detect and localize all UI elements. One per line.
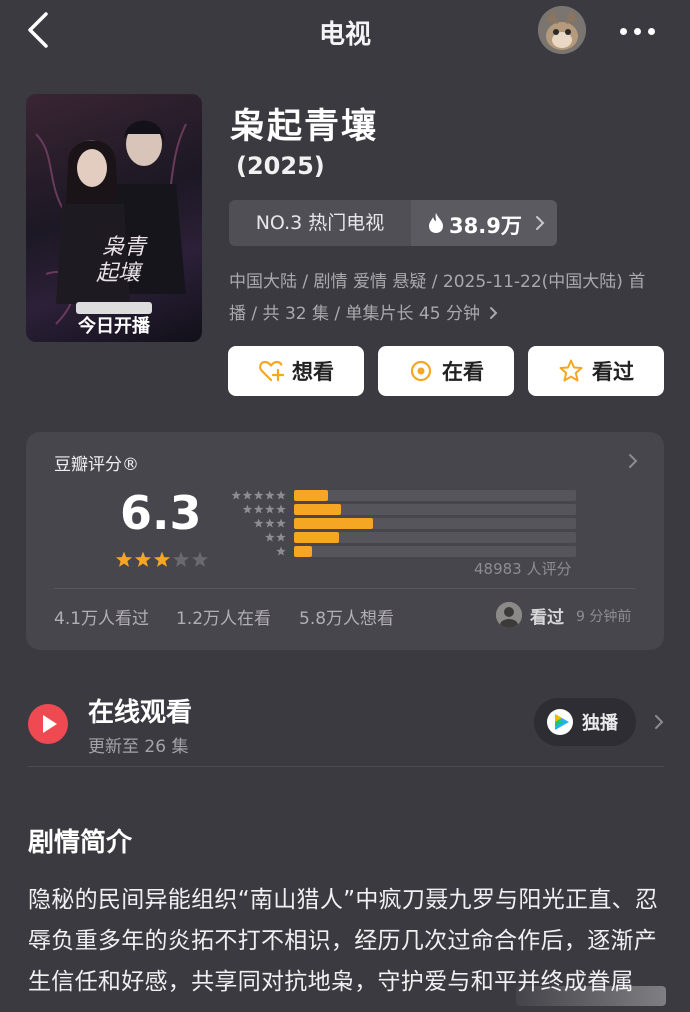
online-watch-subtitle: 更新至 26 集 bbox=[88, 737, 189, 757]
distribution-track bbox=[294, 532, 576, 543]
stat-want[interactable]: 5.8万人想看 bbox=[299, 604, 394, 629]
play-icon bbox=[43, 715, 57, 733]
distribution-stars bbox=[276, 546, 286, 556]
distribution-row-2-star bbox=[226, 532, 576, 543]
avatar-image bbox=[538, 6, 586, 54]
exclusive-label: 独播 bbox=[582, 713, 618, 734]
tencent-video-logo-icon bbox=[547, 709, 573, 735]
mini-star-icon bbox=[253, 490, 264, 500]
poster-caption: 今日开播 bbox=[78, 316, 150, 337]
friend-action: 看过 bbox=[530, 608, 564, 628]
chevron-right-icon bbox=[536, 216, 545, 230]
heart-plus-icon bbox=[259, 360, 284, 382]
distribution-track bbox=[294, 546, 576, 557]
distribution-row-5-star bbox=[226, 490, 576, 501]
stat-watched[interactable]: 4.1万人看过 bbox=[54, 604, 149, 629]
user-avatar[interactable] bbox=[538, 6, 586, 54]
mini-star-icon bbox=[265, 518, 275, 528]
rating-card[interactable]: 豆瓣评分® 6.3 48983 人评分 4.1万人看过 1.2万人在看 5.8万… bbox=[26, 432, 664, 650]
mini-star-icon bbox=[242, 490, 253, 500]
meta-text: 中国大陆 / 剧情 爱情 悬疑 / 2025-11-22(中国大陆) 首播 / … bbox=[229, 272, 646, 324]
watermark bbox=[516, 986, 666, 1006]
more-dot bbox=[620, 28, 627, 35]
rating-stars bbox=[115, 551, 209, 567]
star-filled-icon bbox=[153, 551, 171, 567]
star-filled-icon bbox=[115, 551, 133, 567]
distribution-bar-5-star bbox=[294, 490, 328, 501]
mini-star-icon bbox=[253, 504, 264, 514]
page-title: 电视 bbox=[318, 20, 371, 50]
top-bar: 电视 bbox=[0, 0, 690, 64]
synopsis-body: 隐秘的民间异能组织“南山猎人”中疯刀聂九罗与阳光正直、忍辱负重多年的炎拓不打不相… bbox=[28, 887, 659, 995]
star-empty-icon bbox=[191, 551, 209, 567]
flame-icon bbox=[429, 213, 443, 233]
mini-star-icon bbox=[231, 490, 241, 500]
watched-label: 看过 bbox=[592, 360, 634, 384]
mini-star-icon bbox=[265, 532, 275, 542]
want-to-watch-button[interactable]: 想看 bbox=[228, 346, 364, 396]
friend-avatar[interactable] bbox=[496, 602, 522, 628]
mini-star-icon bbox=[253, 518, 264, 528]
star-filled-icon bbox=[134, 551, 152, 567]
mini-star-icon bbox=[242, 504, 253, 514]
more-button[interactable] bbox=[614, 16, 662, 46]
chevron-right-icon bbox=[629, 454, 638, 468]
chevron-right-icon bbox=[490, 307, 498, 319]
show-year: (2025) bbox=[236, 152, 325, 180]
star-empty-icon bbox=[172, 551, 190, 567]
mini-star-icon bbox=[276, 504, 286, 514]
star-outline-icon bbox=[559, 359, 583, 382]
stat-watching[interactable]: 1.2万人在看 bbox=[176, 604, 271, 629]
target-icon bbox=[410, 360, 432, 382]
online-watch-title: 在线观看 bbox=[88, 698, 193, 728]
show-poster[interactable]: 枭青 起壤 今日开播 bbox=[26, 94, 202, 342]
mini-star-icon bbox=[265, 504, 275, 514]
friend-time: 9 分钟前 bbox=[576, 609, 632, 625]
mini-star-icon bbox=[276, 490, 286, 500]
distribution-bar-2-star bbox=[294, 532, 340, 543]
watched-button[interactable]: 看过 bbox=[528, 346, 664, 396]
mini-star-icon bbox=[276, 532, 286, 542]
distribution-stars bbox=[242, 504, 286, 514]
chevron-right-icon[interactable] bbox=[652, 712, 666, 732]
synopsis-title: 剧情简介 bbox=[28, 828, 133, 858]
rank-label: NO.3 热门电视 bbox=[255, 212, 385, 234]
mini-star-icon bbox=[265, 490, 275, 500]
mini-star-icon bbox=[276, 518, 286, 528]
heat-value: 38.9万 bbox=[449, 214, 522, 238]
distribution-stars bbox=[265, 532, 286, 542]
svg-text:起壤: 起壤 bbox=[96, 261, 144, 286]
more-dot bbox=[634, 28, 641, 35]
distribution-track bbox=[294, 504, 576, 515]
show-meta[interactable]: 中国大陆 / 剧情 爱情 悬疑 / 2025-11-22(中国大陆) 首播 / … bbox=[229, 266, 659, 330]
heat-section[interactable]: 38.9万 bbox=[411, 200, 557, 246]
play-button[interactable] bbox=[28, 704, 68, 744]
rating-count: 48983 人评分 bbox=[474, 560, 572, 578]
distribution-bar-4-star bbox=[294, 504, 342, 515]
watching-button[interactable]: 在看 bbox=[378, 346, 514, 396]
watching-label: 在看 bbox=[442, 360, 484, 384]
distribution-bar-1-star bbox=[294, 546, 313, 557]
distribution-stars bbox=[231, 490, 286, 500]
distribution-stars bbox=[253, 518, 286, 528]
card-divider bbox=[54, 588, 636, 589]
svg-text:枭青: 枭青 bbox=[102, 235, 148, 260]
want-label: 想看 bbox=[292, 360, 334, 384]
more-dot bbox=[648, 28, 655, 35]
distribution-row-1-star bbox=[226, 546, 576, 557]
mini-star-icon bbox=[276, 546, 286, 556]
rating-label: 豆瓣评分® bbox=[54, 455, 139, 475]
distribution-row-3-star bbox=[226, 518, 576, 529]
distribution-track bbox=[294, 490, 576, 501]
distribution-bar-3-star bbox=[294, 518, 373, 529]
section-divider bbox=[28, 766, 664, 767]
distribution-row-4-star bbox=[226, 504, 576, 515]
ranking-pill[interactable]: NO.3 热门电视 38.9万 bbox=[229, 200, 557, 246]
rating-score: 6.3 bbox=[120, 486, 202, 540]
show-title: 枭起青壤 bbox=[230, 107, 379, 147]
distribution-track bbox=[294, 518, 576, 529]
friend-avatar-image bbox=[496, 602, 522, 628]
exclusive-platform-button[interactable]: 独播 bbox=[534, 698, 636, 746]
